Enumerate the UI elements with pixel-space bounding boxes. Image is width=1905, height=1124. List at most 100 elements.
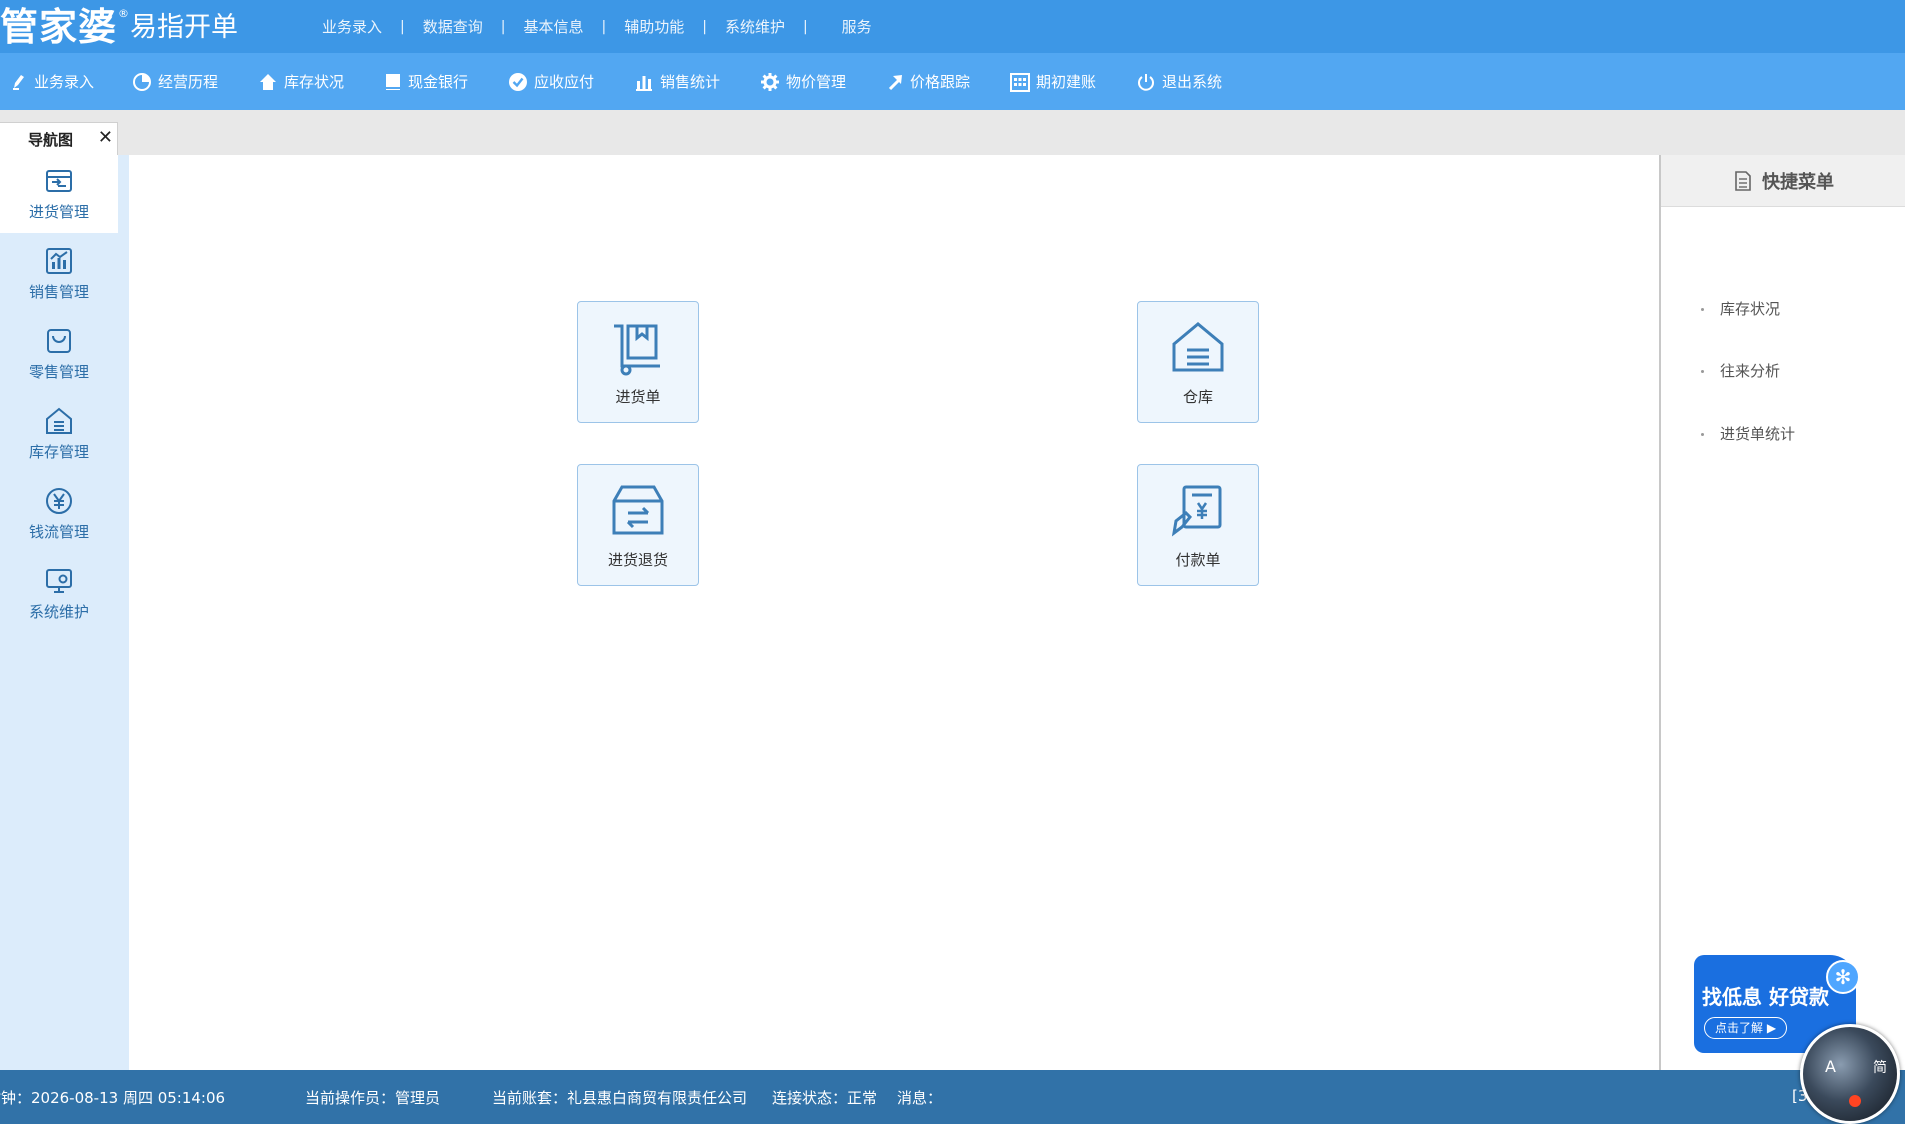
quick-link-label: 库存状况: [1720, 300, 1781, 318]
tab-strip: 导航图 ✕: [0, 110, 1905, 155]
bar-chart-icon: [636, 75, 652, 91]
arrow-up-right-icon: [888, 74, 902, 90]
sidebar-item-cashflow[interactable]: 钱流管理: [0, 475, 118, 553]
system-settings-icon: [46, 569, 72, 593]
book-icon: [386, 73, 400, 90]
toolbar-label: 价格跟踪: [910, 73, 971, 91]
top-menu-item-system-maintenance[interactable]: 系统维护: [725, 16, 785, 37]
pen-icon: [13, 74, 24, 90]
sidebar-item-label: 零售管理: [28, 363, 89, 381]
tile-purchase-order[interactable]: 进货单: [577, 301, 699, 423]
quick-link-inventory-status[interactable]: 库存状况: [1701, 298, 1780, 319]
quick-menu-title: 快捷菜单: [1762, 171, 1834, 193]
tab-label: 导航图: [28, 131, 74, 149]
close-icon[interactable]: ✕: [98, 127, 113, 148]
ad-text: 找低息 好贷款: [1702, 985, 1829, 1009]
toolbar-label: 现金银行: [408, 73, 469, 91]
toolbar-price-management[interactable]: 物价管理: [760, 71, 846, 92]
document-icon: [1735, 170, 1751, 191]
top-menu-item-data-query[interactable]: 数据查询: [423, 16, 483, 37]
toolbar-opening-setup[interactable]: 期初建账: [1010, 71, 1096, 92]
sidebar-item-purchase[interactable]: 进货管理: [0, 155, 118, 233]
top-menu-item-service[interactable]: 服务: [842, 16, 872, 37]
sidebar-item-system[interactable]: 系统维护: [0, 555, 118, 633]
bullet-icon: [1701, 308, 1704, 311]
toolbar-label: 经营历程: [158, 73, 219, 91]
toolbar-receivable-payable[interactable]: 应收应付: [508, 71, 594, 92]
sidebar-item-label: 库存管理: [28, 443, 89, 461]
logo-sub-text: 易指开单: [130, 12, 239, 43]
toolbar-label: 物价管理: [786, 73, 847, 91]
top-menu-separator: |: [702, 18, 707, 35]
sidebar-item-label: 销售管理: [28, 283, 89, 301]
purchase-icon: [46, 170, 72, 192]
top-menu-item-aux-functions[interactable]: 辅助功能: [624, 16, 684, 37]
toolbar-label: 库存状况: [284, 73, 345, 91]
status-bar: 时钟：2026-08-13 周四 05:14:06 当前操作员：管理员 当前账套…: [0, 1070, 1905, 1124]
toolbar-label: 应收应付: [534, 73, 595, 91]
sidebar: 进货管理 销售管理 零售管理 库存管理 钱流管理 系统维护: [0, 155, 129, 1070]
toolbar-inventory-status[interactable]: 库存状况: [258, 71, 344, 92]
globe-right-char: 简: [1873, 1060, 1887, 1076]
toolbar-business-history[interactable]: 经营历程: [132, 71, 218, 92]
tile-purchase-return[interactable]: 进货退货: [577, 464, 699, 586]
gear-icon: [761, 72, 779, 91]
toolbar-label: 期初建账: [1036, 73, 1097, 91]
toolbar-cash-bank[interactable]: 现金银行: [384, 71, 468, 92]
status-account: 当前账套：礼县惠白商贸有限责任公司: [492, 1089, 748, 1107]
quick-link-purchase-statistics[interactable]: 进货单统计: [1701, 423, 1795, 444]
quick-menu-panel: 快捷菜单 库存状况 往来分析 进货单统计: [1659, 155, 1905, 1070]
top-menu-item-business-entry[interactable]: 业务录入: [322, 16, 382, 37]
shopping-bag-icon: [47, 329, 71, 353]
status-message: 消息：: [897, 1089, 943, 1107]
top-menu-separator: |: [400, 18, 405, 35]
toolbar-label: 业务录入: [34, 73, 95, 91]
logo-main-text: 管家婆: [0, 4, 118, 49]
bullet-icon: [1701, 370, 1704, 373]
tile-warehouse[interactable]: 仓库: [1137, 301, 1259, 423]
sidebar-item-retail[interactable]: 零售管理: [0, 315, 118, 393]
toolbar-exit-system[interactable]: 退出系统: [1136, 71, 1222, 92]
home-icon: [260, 73, 276, 90]
quick-link-account-analysis[interactable]: 往来分析: [1701, 360, 1780, 381]
power-icon: [1138, 73, 1154, 91]
payment-doc-icon: [1171, 485, 1222, 537]
quick-link-label: 进货单统计: [1720, 425, 1796, 443]
tile-label: 进货单: [615, 388, 661, 406]
toolbar-business-entry[interactable]: 业务录入: [10, 71, 94, 92]
navigation-workspace: 进货单 仓库 进货退货 付款单: [129, 155, 1659, 1070]
status-connection: 连接状态：正常: [772, 1089, 878, 1107]
toolbar-label: 退出系统: [1162, 73, 1223, 91]
ad-learn-more-button[interactable]: 点击了解 ▶: [1704, 1017, 1788, 1039]
status-clock: 时钟：2026-08-13 周四 05:14:06: [0, 1089, 226, 1107]
return-box-icon: [612, 485, 664, 535]
yen-coin-icon: [46, 488, 72, 514]
sidebar-item-label: 进货管理: [28, 203, 89, 221]
app-window: 管家婆 ® 易指开单 业务录入 | 数据查询 | 基本信息 | 辅助功能 | 系…: [0, 0, 1905, 1124]
sidebar-item-inventory[interactable]: 库存管理: [0, 395, 118, 473]
cart-doc-icon: [614, 324, 660, 376]
tab-navigation-map[interactable]: 导航图 ✕: [0, 122, 118, 155]
sales-chart-icon: [46, 248, 72, 274]
ad-badge-icon: ✻: [1826, 960, 1860, 994]
floating-globe-widget[interactable]: A 简: [1800, 1024, 1900, 1124]
toolbar-price-tracking[interactable]: 价格跟踪: [886, 71, 970, 92]
pie-icon: [133, 72, 151, 91]
tile-label: 进货退货: [607, 551, 668, 569]
quick-menu-header: 快捷菜单: [1661, 155, 1905, 207]
quick-link-label: 往来分析: [1720, 362, 1781, 380]
top-menu: 业务录入 | 数据查询 | 基本信息 | 辅助功能 | 系统维护 | 服务: [322, 0, 872, 53]
tile-payment-order[interactable]: 付款单: [1137, 464, 1259, 586]
top-menu-item-basic-info[interactable]: 基本信息: [523, 16, 583, 37]
sidebar-item-label: 钱流管理: [28, 523, 89, 541]
house-list-icon: [1172, 322, 1224, 372]
sidebar-item-sales[interactable]: 销售管理: [0, 235, 118, 313]
sidebar-item-label: 系统维护: [28, 603, 89, 621]
warehouse-icon: [46, 407, 72, 434]
status-operator: 当前操作员：管理员: [305, 1089, 441, 1107]
top-menu-separator: |: [500, 18, 506, 35]
globe-left-char: A: [1825, 1057, 1836, 1076]
logo-registered-mark: ®: [118, 7, 130, 20]
toolbar-sales-statistics[interactable]: 销售统计: [634, 71, 720, 92]
globe-dot-icon: [1849, 1095, 1861, 1107]
